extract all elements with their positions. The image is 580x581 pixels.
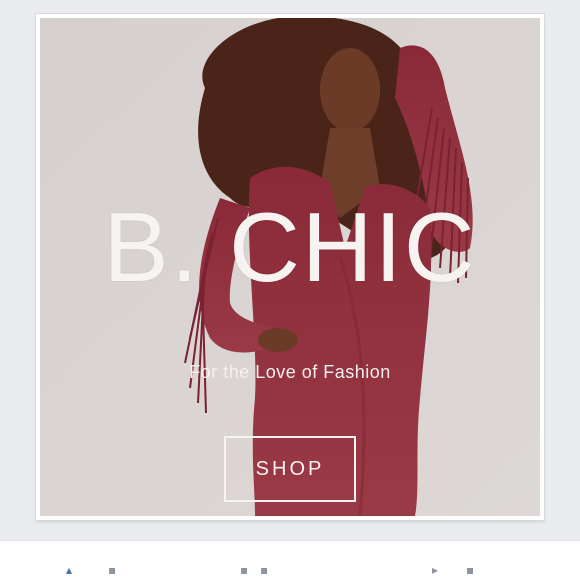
send-icon[interactable]: ▸ [432, 565, 446, 575]
comment-icon[interactable]: ▪ [108, 565, 122, 575]
share-icon[interactable]: ▪ [240, 565, 254, 575]
feed-frame: B. CHIC For the Love of Fashion SHOP ▴ ▪… [0, 0, 580, 581]
like-icon[interactable]: ▴ [66, 565, 80, 575]
more-icon[interactable]: ▪ [466, 565, 480, 575]
brand-tagline: For the Love of Fashion [189, 362, 391, 382]
shop-button[interactable]: SHOP [224, 436, 356, 502]
post-action-bar: ▴ ▪ ▪ ▪ ▸ ▪ [0, 540, 580, 581]
brand-title: B. CHIC [103, 192, 477, 302]
share-alt-icon[interactable]: ▪ [260, 565, 274, 575]
post-card: B. CHIC For the Love of Fashion SHOP [36, 14, 544, 520]
promo-image[interactable]: B. CHIC For the Love of Fashion SHOP [40, 18, 540, 516]
